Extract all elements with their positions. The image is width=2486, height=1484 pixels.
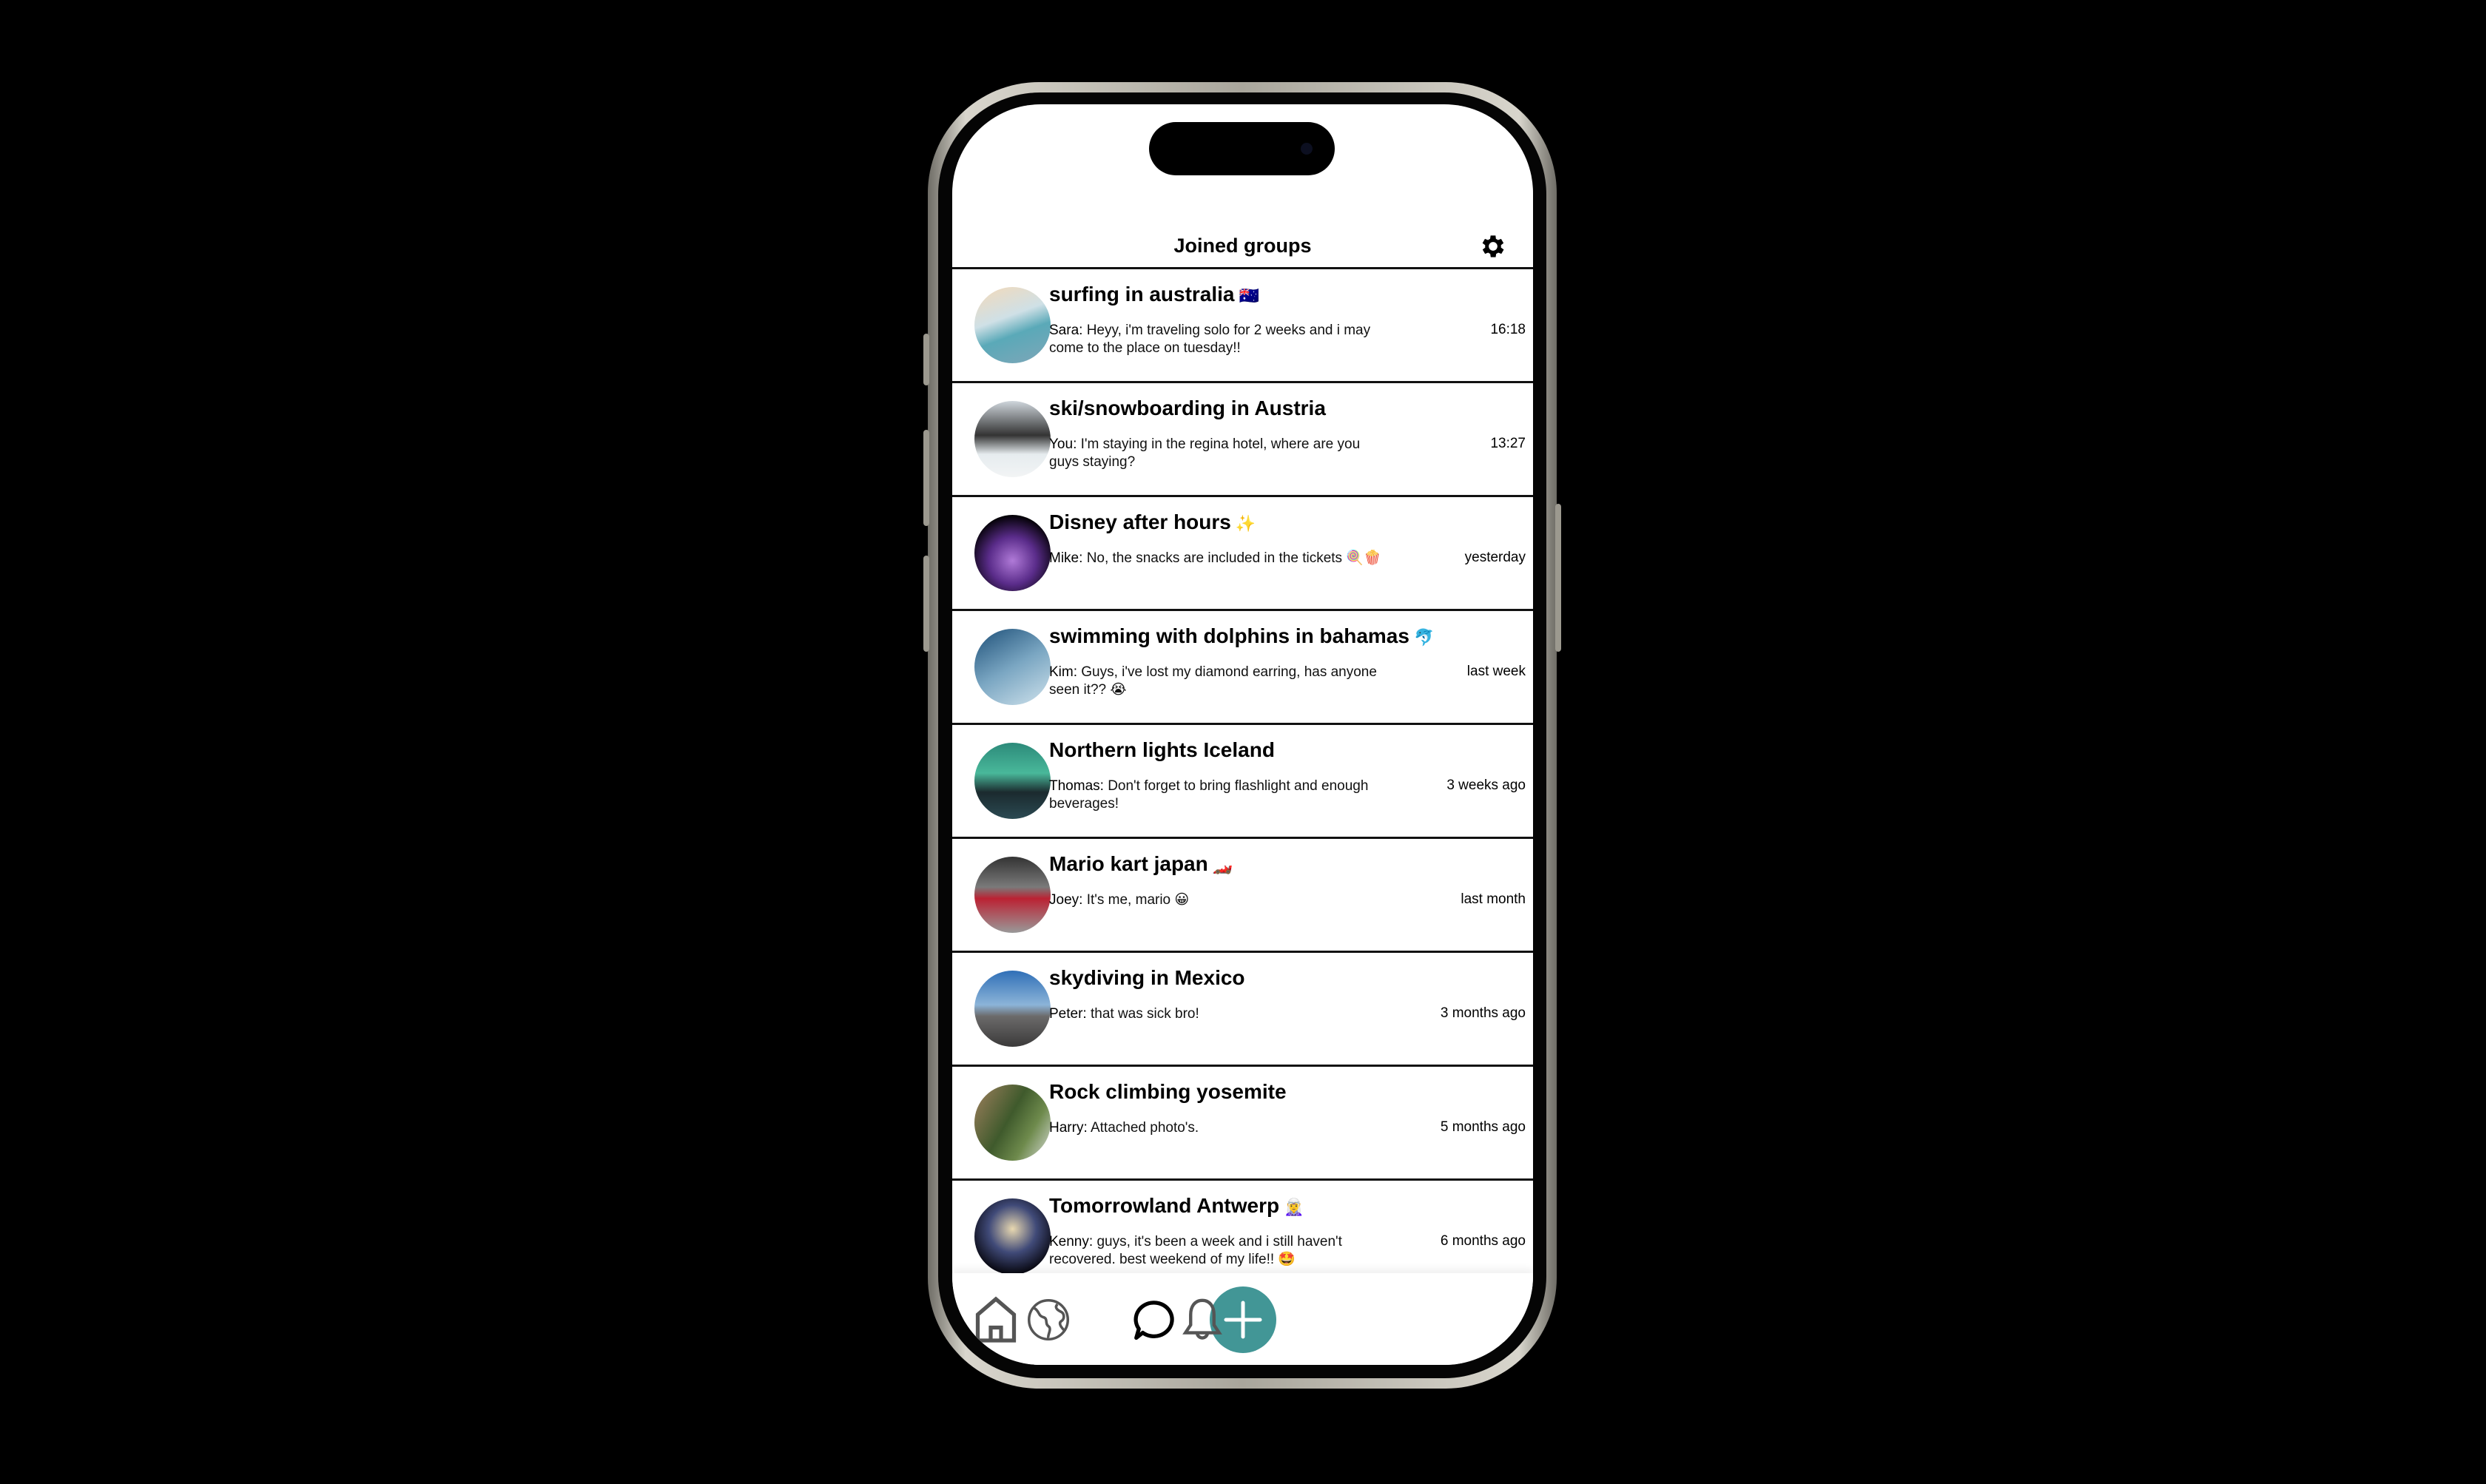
group-avatar — [974, 1085, 1051, 1161]
action-button — [923, 334, 929, 385]
message-text: guys, it's been a week and i still haven… — [1049, 1234, 1342, 1267]
message-time: 6 months ago — [1440, 1233, 1526, 1249]
header: Joined groups — [952, 186, 1533, 269]
group-name: Tomorrowland Antwerp 🧝‍♀️ — [1049, 1194, 1304, 1218]
last-message: Sara: Heyy, i'm traveling solo for 2 wee… — [1049, 322, 1393, 357]
group-name: Mario kart japan 🏎️ — [1049, 852, 1233, 876]
group-name-text: skydiving in Mexico — [1049, 966, 1245, 989]
message-text: No, the snacks are included in the ticke… — [1086, 550, 1381, 566]
gear-icon[interactable] — [1478, 232, 1508, 261]
group-avatar — [974, 287, 1051, 363]
group-row[interactable]: surfing in australia 🇦🇺 Sara: Heyy, i'm t… — [952, 269, 1533, 383]
group-row[interactable]: Disney after hours ✨ Mike: No, the snacks… — [952, 497, 1533, 611]
message-time: 3 weeks ago — [1446, 778, 1526, 793]
phone-frame: Joined groups surfing in australia 🇦🇺 Sar… — [923, 82, 1561, 1389]
group-emoji: 🐬 — [1413, 628, 1435, 647]
group-name-text: swimming with dolphins in bahamas — [1049, 624, 1409, 647]
group-row[interactable]: Rock climbing yosemite Harry: Attached p… — [952, 1067, 1533, 1181]
home-icon[interactable] — [970, 1294, 1022, 1346]
camera — [1301, 143, 1313, 155]
group-avatar — [974, 629, 1051, 705]
group-name-text: ski/snowboarding in Austria — [1049, 397, 1326, 419]
message-text: that was sick bro! — [1090, 1006, 1199, 1022]
group-name-text: surfing in australia — [1049, 283, 1235, 306]
last-message: Mike: No, the snacks are included in the… — [1049, 550, 1393, 567]
group-row[interactable]: skydiving in Mexico Peter: that was sick… — [952, 953, 1533, 1067]
group-row[interactable]: Mario kart japan 🏎️ Joey: It's me, mario … — [952, 839, 1533, 953]
bottom-nav — [952, 1273, 1533, 1365]
last-message: Joey: It's me, mario 😀 — [1049, 891, 1393, 909]
message-time: yesterday — [1464, 550, 1526, 565]
message-sender: You: — [1049, 436, 1077, 452]
message-sender: Mike: — [1049, 550, 1083, 566]
message-sender: Peter: — [1049, 1006, 1087, 1022]
group-emoji: 🇦🇺 — [1239, 286, 1259, 305]
group-row[interactable]: swimming with dolphins in bahamas 🐬 Kim: … — [952, 611, 1533, 725]
message-text: Attached photo's. — [1090, 1120, 1199, 1136]
last-message: Kim: Guys, i've lost my diamond earring,… — [1049, 664, 1393, 699]
group-avatar — [974, 971, 1051, 1047]
message-time: 13:27 — [1490, 436, 1526, 451]
group-name-text: Rock climbing yosemite — [1049, 1080, 1287, 1103]
message-time: 16:18 — [1490, 322, 1526, 337]
group-name: surfing in australia 🇦🇺 — [1049, 283, 1259, 306]
group-name-text: Mario kart japan — [1049, 852, 1208, 875]
message-time: 3 months ago — [1440, 1005, 1526, 1021]
last-message: Kenny: guys, it's been a week and i stil… — [1049, 1233, 1393, 1269]
message-sender: Kim: — [1049, 664, 1077, 680]
group-name-text: Disney after hours — [1049, 510, 1231, 533]
group-name: ski/snowboarding in Austria — [1049, 397, 1330, 420]
message-sender: Thomas: — [1049, 778, 1104, 794]
group-name: swimming with dolphins in bahamas 🐬 — [1049, 624, 1434, 648]
message-sender: Sara: — [1049, 323, 1083, 338]
group-name: Disney after hours ✨ — [1049, 510, 1256, 534]
bell-icon[interactable] — [1176, 1294, 1228, 1346]
group-row[interactable]: Northern lights Iceland Thomas: Don't fo… — [952, 725, 1533, 839]
message-sender: Joey: — [1049, 892, 1083, 908]
message-time: 5 months ago — [1440, 1119, 1526, 1135]
volume-down-button — [923, 556, 929, 652]
group-emoji: ✨ — [1235, 514, 1256, 533]
group-avatar — [974, 401, 1051, 477]
message-sender: Harry: — [1049, 1120, 1088, 1136]
group-list: surfing in australia 🇦🇺 Sara: Heyy, i'm t… — [952, 269, 1533, 1295]
group-name: Rock climbing yosemite — [1049, 1080, 1291, 1104]
group-name-text: Tomorrowland Antwerp — [1049, 1194, 1280, 1217]
last-message: Peter: that was sick bro! — [1049, 1005, 1393, 1023]
page-title: Joined groups — [1173, 235, 1312, 257]
message-text: It's me, mario 😀 — [1086, 892, 1190, 908]
message-time: last month — [1461, 891, 1526, 907]
message-text: Guys, i've lost my diamond earring, has … — [1049, 664, 1377, 698]
screen: Joined groups surfing in australia 🇦🇺 Sar… — [952, 104, 1533, 1365]
last-message: Harry: Attached photo's. — [1049, 1119, 1393, 1137]
group-row[interactable]: ski/snowboarding in Austria You: I'm sta… — [952, 383, 1533, 497]
group-emoji: 🧝‍♀️ — [1284, 1198, 1304, 1216]
dynamic-island — [1149, 122, 1335, 175]
group-name-text: Northern lights Iceland — [1049, 738, 1275, 761]
group-avatar — [974, 857, 1051, 933]
power-button — [1555, 504, 1561, 652]
message-time: last week — [1466, 664, 1526, 679]
chat-bubble-icon[interactable] — [1125, 1294, 1176, 1346]
group-avatar — [974, 515, 1051, 591]
message-text: Heyy, i'm traveling solo for 2 weeks and… — [1049, 323, 1371, 356]
volume-up-button — [923, 430, 929, 526]
group-name: Northern lights Iceland — [1049, 738, 1279, 762]
last-message: You: I'm staying in the regina hotel, wh… — [1049, 436, 1393, 471]
group-avatar — [974, 743, 1051, 819]
group-name: skydiving in Mexico — [1049, 966, 1250, 990]
message-text: I'm staying in the regina hotel, where a… — [1049, 436, 1361, 470]
group-avatar — [974, 1198, 1051, 1275]
globe-icon[interactable] — [1023, 1294, 1074, 1346]
message-sender: Kenny: — [1049, 1234, 1094, 1249]
group-emoji: 🏎️ — [1212, 856, 1233, 874]
last-message: Thomas: Don't forget to bring flashlight… — [1049, 778, 1393, 813]
